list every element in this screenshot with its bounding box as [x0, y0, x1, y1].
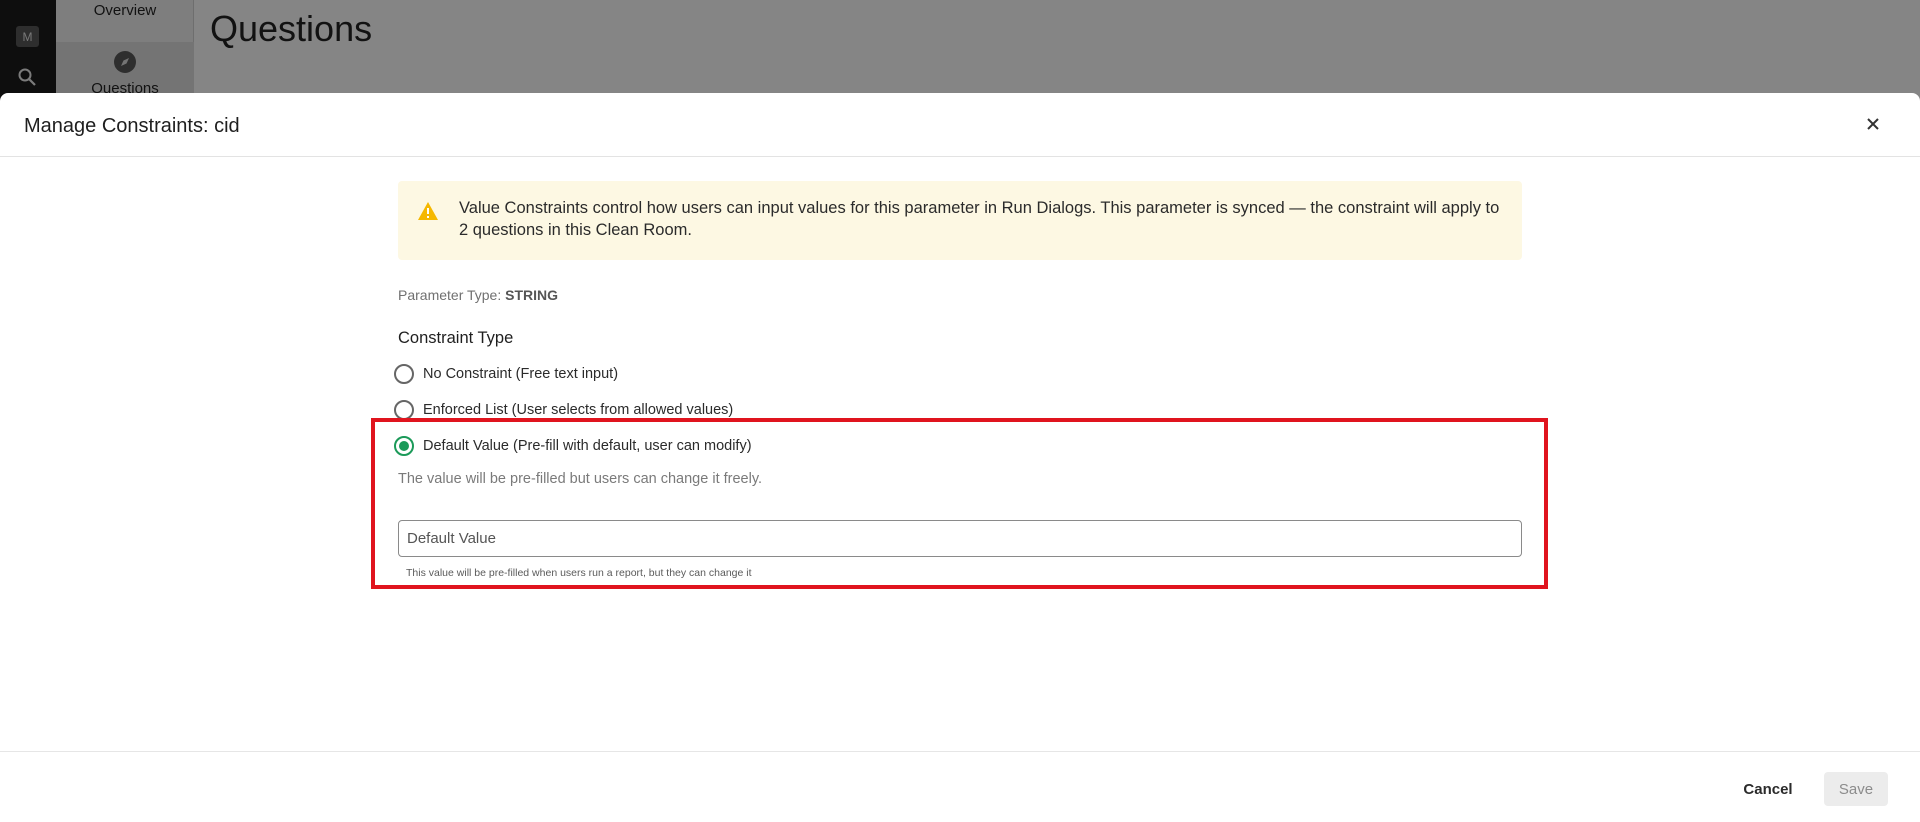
option-no-constraint[interactable]: No Constraint (Free text input): [394, 363, 618, 385]
constraint-type-title: Constraint Type: [398, 329, 514, 347]
option-default-value[interactable]: Default Value (Pre-fill with default, us…: [394, 435, 752, 457]
alert-message: Value Constraints control how users can …: [459, 199, 1500, 239]
cancel-button[interactable]: Cancel: [1734, 772, 1802, 806]
parameter-type-value: STRING: [505, 287, 559, 303]
radio-button[interactable]: [394, 364, 414, 384]
default-value-helper: This value will be pre-filled when users…: [406, 567, 752, 579]
dialog-title: Manage Constraints: cid: [24, 115, 240, 137]
parameter-type-label: Parameter Type:: [398, 287, 502, 303]
option-label: Default Value (Pre-fill with default, us…: [423, 438, 752, 454]
close-icon: [1867, 118, 1879, 130]
radio-button[interactable]: [394, 400, 414, 420]
radio-button-selected[interactable]: [394, 436, 414, 456]
default-value-input[interactable]: [399, 521, 1521, 556]
parameter-type: Parameter Type: STRING: [398, 287, 558, 303]
close-button[interactable]: [1860, 111, 1886, 137]
manage-constraints-dialog: Manage Constraints: cid Value Constraint…: [0, 93, 1920, 822]
option-enforced-list[interactable]: Enforced List (User selects from allowed…: [394, 399, 733, 421]
save-button[interactable]: Save: [1824, 772, 1888, 806]
option-label: No Constraint (Free text input): [423, 366, 619, 382]
dialog-header: Manage Constraints: cid: [0, 93, 1920, 157]
warning-icon: [418, 202, 438, 220]
option-description: The value will be pre-filled but users c…: [398, 471, 763, 487]
dialog-footer: Cancel Save: [0, 751, 1920, 822]
warning-alert: Value Constraints control how users can …: [398, 181, 1522, 260]
default-value-field[interactable]: [398, 520, 1522, 557]
option-label: Enforced List (User selects from allowed…: [423, 402, 734, 418]
